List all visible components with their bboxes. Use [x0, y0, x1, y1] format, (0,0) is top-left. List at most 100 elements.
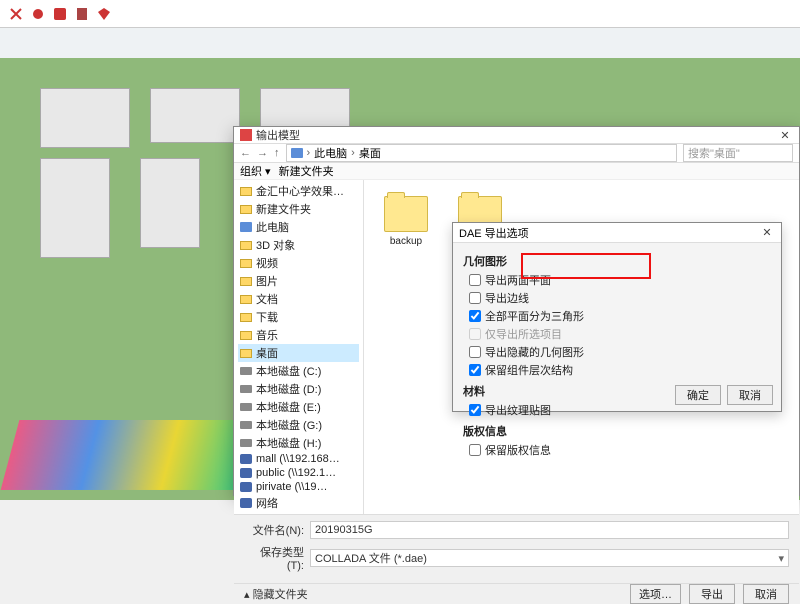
gem-icon[interactable] — [96, 6, 112, 22]
tree-item[interactable]: 本地磁盘 (G:) — [238, 416, 359, 434]
export-button[interactable]: 导出 — [689, 584, 735, 604]
new-folder-button[interactable]: 新建文件夹 — [279, 163, 334, 179]
tree-item-label: 音乐 — [256, 327, 278, 343]
dae-options-dialog: DAE 导出选项 ✕ 几何图形 导出两面平面 导出边线 全部平面分为三角形 仅导… — [452, 222, 782, 412]
savetype-label: 保存类型(T): — [244, 544, 304, 572]
model-building — [40, 88, 130, 148]
credits-checkbox[interactable]: 保留版权信息 — [463, 441, 771, 459]
hidden-geom-checkbox[interactable]: 导出隐藏的几何图形 — [463, 343, 771, 361]
folder-icon — [240, 205, 252, 214]
folder-icon — [240, 241, 252, 250]
net-icon — [240, 468, 252, 478]
search-input[interactable]: 搜索"桌面" — [683, 144, 793, 162]
tree-item[interactable]: 3D 对象 — [238, 236, 359, 254]
hide-folders-toggle[interactable]: ▴ 隐藏文件夹 — [244, 586, 308, 602]
options-button[interactable]: 选项… — [630, 584, 681, 604]
tree-item-label: 网络 — [256, 495, 278, 511]
folder-tree[interactable]: 金汇中心学效果… 新建文件夹此电脑 3D 对象视频图片文档下载音乐桌面本地磁盘 (C… — [234, 180, 364, 514]
tree-item[interactable]: 下载 — [238, 308, 359, 326]
tree-item[interactable]: mall (\\192.168… — [238, 452, 359, 466]
nav-up-icon[interactable]: ↑ — [274, 147, 280, 159]
dialog-titlebar[interactable]: DAE 导出选项 ✕ — [453, 223, 781, 243]
folder-name: backup — [380, 236, 432, 247]
tree-item[interactable]: 新建文件夹 — [238, 200, 359, 218]
tree-item-label: 金汇中心学效果… — [256, 183, 344, 199]
app-icon — [240, 129, 252, 141]
dialog-title: 输出模型 — [256, 127, 300, 143]
tree-item[interactable]: public (\\192.1… — [238, 466, 359, 480]
drive-icon — [240, 439, 252, 447]
breadcrumb[interactable]: › 此电脑 › 桌面 — [286, 144, 678, 162]
dice-icon[interactable] — [52, 6, 68, 22]
tree-item[interactable]: 此电脑 — [238, 218, 359, 236]
nav-back-icon[interactable]: ← — [240, 147, 251, 159]
drive-icon — [240, 367, 252, 375]
preserve-hierarchy-checkbox[interactable]: 保留组件层次结构 — [463, 361, 771, 379]
tree-item[interactable]: 网络 — [238, 494, 359, 512]
group-credits: 版权信息 — [463, 423, 771, 439]
crumb[interactable]: 此电脑 — [314, 145, 347, 161]
folder-icon — [240, 313, 252, 322]
tree-item[interactable]: 桌面 — [238, 344, 359, 362]
tree-item-label: 本地磁盘 (D:) — [256, 381, 321, 397]
tree-item-label: pirivate (\\19… — [256, 481, 328, 493]
crumb[interactable]: 桌面 — [359, 145, 381, 161]
tree-item[interactable]: 金汇中心学效果… — [238, 182, 359, 200]
savetype-select[interactable]: COLLADA 文件 (*.dae)▾ — [310, 549, 789, 567]
dialog-title: DAE 导出选项 — [459, 225, 529, 241]
tree-item-label: mall (\\192.168… — [256, 453, 340, 465]
scissors-icon[interactable] — [8, 6, 24, 22]
drive-icon — [240, 421, 252, 429]
folder-icon — [384, 196, 428, 232]
tree-item[interactable]: 本地磁盘 (C:) — [238, 362, 359, 380]
tree-item-label: 本地磁盘 (H:) — [256, 435, 321, 451]
folder-icon — [240, 331, 252, 340]
tree-item[interactable]: 本地磁盘 (E:) — [238, 398, 359, 416]
net-icon — [240, 454, 252, 464]
tree-item[interactable]: 本地磁盘 (D:) — [238, 380, 359, 398]
cut-icon[interactable] — [30, 6, 46, 22]
nav-forward-icon[interactable]: → — [257, 147, 268, 159]
drive-icon — [240, 385, 252, 393]
main-toolbar — [0, 0, 800, 28]
close-icon[interactable]: ✕ — [759, 226, 775, 239]
ok-button[interactable]: 确定 — [675, 385, 721, 405]
folder-item[interactable]: backup — [380, 196, 432, 247]
filename-input[interactable]: 20190315G — [310, 521, 789, 539]
tree-item-label: 3D 对象 — [256, 237, 295, 253]
cancel-button[interactable]: 取消 — [743, 584, 789, 604]
tree-item-label: 文档 — [256, 291, 278, 307]
folder-icon — [240, 295, 252, 304]
folder-icon — [240, 187, 252, 196]
edges-checkbox[interactable]: 导出边线 — [463, 289, 771, 307]
pc-icon — [240, 222, 252, 232]
tree-item[interactable]: pirivate (\\19… — [238, 480, 359, 494]
tree-item[interactable]: 视频 — [238, 254, 359, 272]
selection-only-checkbox: 仅导出所选项目 — [463, 325, 771, 343]
filename-label: 文件名(N): — [244, 522, 304, 538]
net-icon — [240, 482, 252, 492]
tree-item[interactable]: 本地磁盘 (H:) — [238, 434, 359, 452]
chevron-down-icon: ▾ — [778, 552, 784, 565]
pc-icon — [291, 148, 303, 158]
model-building — [140, 158, 200, 248]
dialog-titlebar[interactable]: 输出模型 ✕ — [234, 127, 799, 144]
tree-item-label: public (\\192.1… — [256, 467, 336, 479]
tree-item-label: 视频 — [256, 255, 278, 271]
tree-item[interactable]: 音乐 — [238, 326, 359, 344]
tree-item[interactable]: 图片 — [238, 272, 359, 290]
tree-item-label: 新建文件夹 — [256, 201, 311, 217]
folder-icon — [240, 277, 252, 286]
tree-item-label: 此电脑 — [256, 219, 289, 235]
tree-item[interactable]: 文档 — [238, 290, 359, 308]
highlight-box — [521, 253, 651, 279]
organize-button[interactable]: 组织 ▾ — [240, 163, 271, 179]
tree-item-label: 图片 — [256, 273, 278, 289]
folder-icon — [240, 349, 252, 358]
model-building — [150, 88, 240, 143]
cancel-button[interactable]: 取消 — [727, 385, 773, 405]
model-building — [40, 158, 110, 258]
close-icon[interactable]: ✕ — [777, 129, 793, 142]
triangulate-checkbox[interactable]: 全部平面分为三角形 — [463, 307, 771, 325]
book-icon[interactable] — [74, 6, 90, 22]
